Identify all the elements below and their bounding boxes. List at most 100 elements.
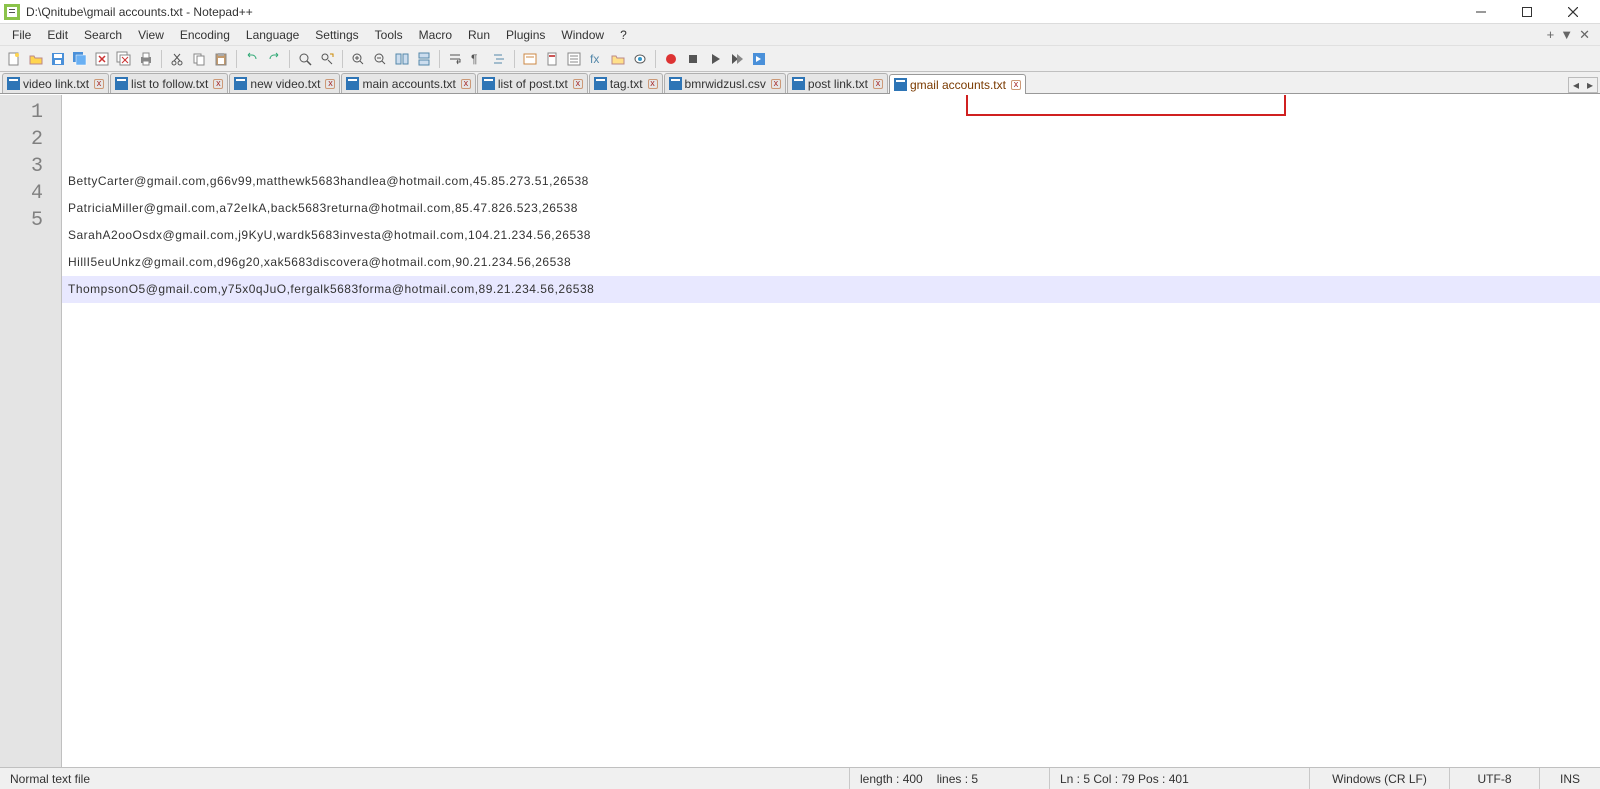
maximize-button[interactable] <box>1504 0 1550 24</box>
show-all-chars-button[interactable]: ¶ <box>467 49 487 69</box>
doc-map-button[interactable] <box>542 49 562 69</box>
tab-main-accounts-txt[interactable]: main accounts.txt x <box>341 73 475 93</box>
editor: 12345 BettyCarter@gmail.com,g66v99,matth… <box>0 94 1600 767</box>
find-button[interactable] <box>295 49 315 69</box>
minimize-button[interactable] <box>1458 0 1504 24</box>
save-button[interactable] <box>48 49 68 69</box>
status-length: length : 400 <box>860 772 923 786</box>
redo-button[interactable] <box>264 49 284 69</box>
tab-gmail-accounts-txt[interactable]: gmail accounts.txt x <box>889 74 1026 94</box>
tab-close-icon[interactable]: x <box>573 79 583 89</box>
line-number: 5 <box>0 207 61 234</box>
zoom-out-button[interactable] <box>370 49 390 69</box>
file-icon <box>346 77 359 90</box>
tab-label: post link.txt <box>808 77 868 91</box>
menu-macro[interactable]: Macro <box>411 26 460 44</box>
folder-workspace-button[interactable] <box>608 49 628 69</box>
play-macro-button[interactable] <box>705 49 725 69</box>
tab-close-icon[interactable]: x <box>325 79 335 89</box>
menu-window[interactable]: Window <box>553 26 612 44</box>
code-line[interactable]: ThompsonO5@gmail.com,y75x0qJuO,fergalk56… <box>62 276 1600 303</box>
play-multi-button[interactable] <box>727 49 747 69</box>
tab-label: main accounts.txt <box>362 77 455 91</box>
tab-label: gmail accounts.txt <box>910 78 1006 92</box>
menu-edit[interactable]: Edit <box>39 26 76 44</box>
code-line[interactable]: BettyCarter@gmail.com,g66v99,matthewk568… <box>62 168 1600 195</box>
title-bar: D:\Qnitube\gmail accounts.txt - Notepad+… <box>0 0 1600 24</box>
new-file-button[interactable] <box>4 49 24 69</box>
status-ins: INS <box>1540 768 1600 789</box>
tab-scroll[interactable]: ◂▸ <box>1568 77 1598 93</box>
file-icon <box>894 78 907 91</box>
menu-encoding[interactable]: Encoding <box>172 26 238 44</box>
replace-button[interactable] <box>317 49 337 69</box>
stop-macro-button[interactable] <box>683 49 703 69</box>
tab-label: bmrwidzusl.csv <box>685 77 766 91</box>
undo-button[interactable] <box>242 49 262 69</box>
tab-post-link-txt[interactable]: post link.txt x <box>787 73 888 93</box>
print-button[interactable] <box>136 49 156 69</box>
open-file-button[interactable] <box>26 49 46 69</box>
svg-text:fx: fx <box>590 52 599 66</box>
toolbar: ¶ fx <box>0 46 1600 72</box>
save-all-button[interactable] <box>70 49 90 69</box>
tab-close-icon[interactable]: x <box>1011 80 1021 90</box>
tab-bmrwidzusl-csv[interactable]: bmrwidzusl.csv x <box>664 73 786 93</box>
menu-search[interactable]: Search <box>76 26 130 44</box>
sync-h-button[interactable] <box>414 49 434 69</box>
menu-file[interactable]: File <box>4 26 39 44</box>
monitor-button[interactable] <box>630 49 650 69</box>
status-filetype: Normal text file <box>0 768 850 789</box>
indent-guide-button[interactable] <box>489 49 509 69</box>
code-line[interactable]: PatriciaMiller@gmail.com,a72eIkA,back568… <box>62 195 1600 222</box>
sync-v-button[interactable] <box>392 49 412 69</box>
file-icon <box>115 77 128 90</box>
toolbar-close-icon[interactable]: ✕ <box>1579 27 1590 43</box>
menu-tools[interactable]: Tools <box>367 26 411 44</box>
line-number: 4 <box>0 180 61 207</box>
func-list-button[interactable]: fx <box>586 49 606 69</box>
highlight-annotation <box>966 94 1286 116</box>
menu-settings[interactable]: Settings <box>307 26 366 44</box>
tab-close-icon[interactable]: x <box>94 79 104 89</box>
doc-list-button[interactable] <box>564 49 584 69</box>
tab-close-icon[interactable]: x <box>213 79 223 89</box>
code-line[interactable]: HillI5euUnkz@gmail.com,d96g20,xak5683dis… <box>62 249 1600 276</box>
word-wrap-button[interactable] <box>445 49 465 69</box>
menu-view[interactable]: View <box>130 26 172 44</box>
paste-button[interactable] <box>211 49 231 69</box>
file-icon <box>792 77 805 90</box>
menu-?[interactable]: ? <box>612 26 635 44</box>
tab-tag-txt[interactable]: tag.txtx <box>589 73 663 93</box>
save-macro-button[interactable] <box>749 49 769 69</box>
tab-close-icon[interactable]: x <box>771 79 781 89</box>
file-icon <box>7 77 20 90</box>
code-area[interactable]: BettyCarter@gmail.com,g66v99,matthewk568… <box>62 95 1600 767</box>
tab-list-to-follow-txt[interactable]: list to follow.txtx <box>110 73 228 93</box>
line-number: 2 <box>0 126 61 153</box>
menu-bar: FileEditSearchViewEncodingLanguageSettin… <box>0 24 1600 46</box>
close-all-button[interactable] <box>114 49 134 69</box>
tab-new-video-txt[interactable]: new video.txtx <box>229 73 340 93</box>
tab-label: video link.txt <box>23 77 89 91</box>
close-file-button[interactable] <box>92 49 112 69</box>
tab-close-icon[interactable]: x <box>648 79 658 89</box>
cut-button[interactable] <box>167 49 187 69</box>
menu-plugins[interactable]: Plugins <box>498 26 553 44</box>
code-line[interactable]: SarahA2ooOsdx@gmail.com,j9KyU,wardk5683i… <box>62 222 1600 249</box>
copy-button[interactable] <box>189 49 209 69</box>
status-bar: Normal text file length : 400 lines : 5 … <box>0 767 1600 789</box>
menu-language[interactable]: Language <box>238 26 307 44</box>
tab-list-of-post-txt[interactable]: list of post.txt x <box>477 73 588 93</box>
tab-label: list of post.txt <box>498 77 568 91</box>
tab-close-icon[interactable]: x <box>461 79 471 89</box>
udl-button[interactable] <box>520 49 540 69</box>
close-button[interactable] <box>1550 0 1596 24</box>
zoom-in-button[interactable] <box>348 49 368 69</box>
toolbar-plus-icon[interactable]: + <box>1547 27 1555 43</box>
toolbar-dropdown-icon[interactable]: ▼ <box>1560 27 1573 43</box>
menu-run[interactable]: Run <box>460 26 498 44</box>
tab-video-link-txt[interactable]: video link.txt x <box>2 73 109 93</box>
tab-close-icon[interactable]: x <box>873 79 883 89</box>
record-macro-button[interactable] <box>661 49 681 69</box>
